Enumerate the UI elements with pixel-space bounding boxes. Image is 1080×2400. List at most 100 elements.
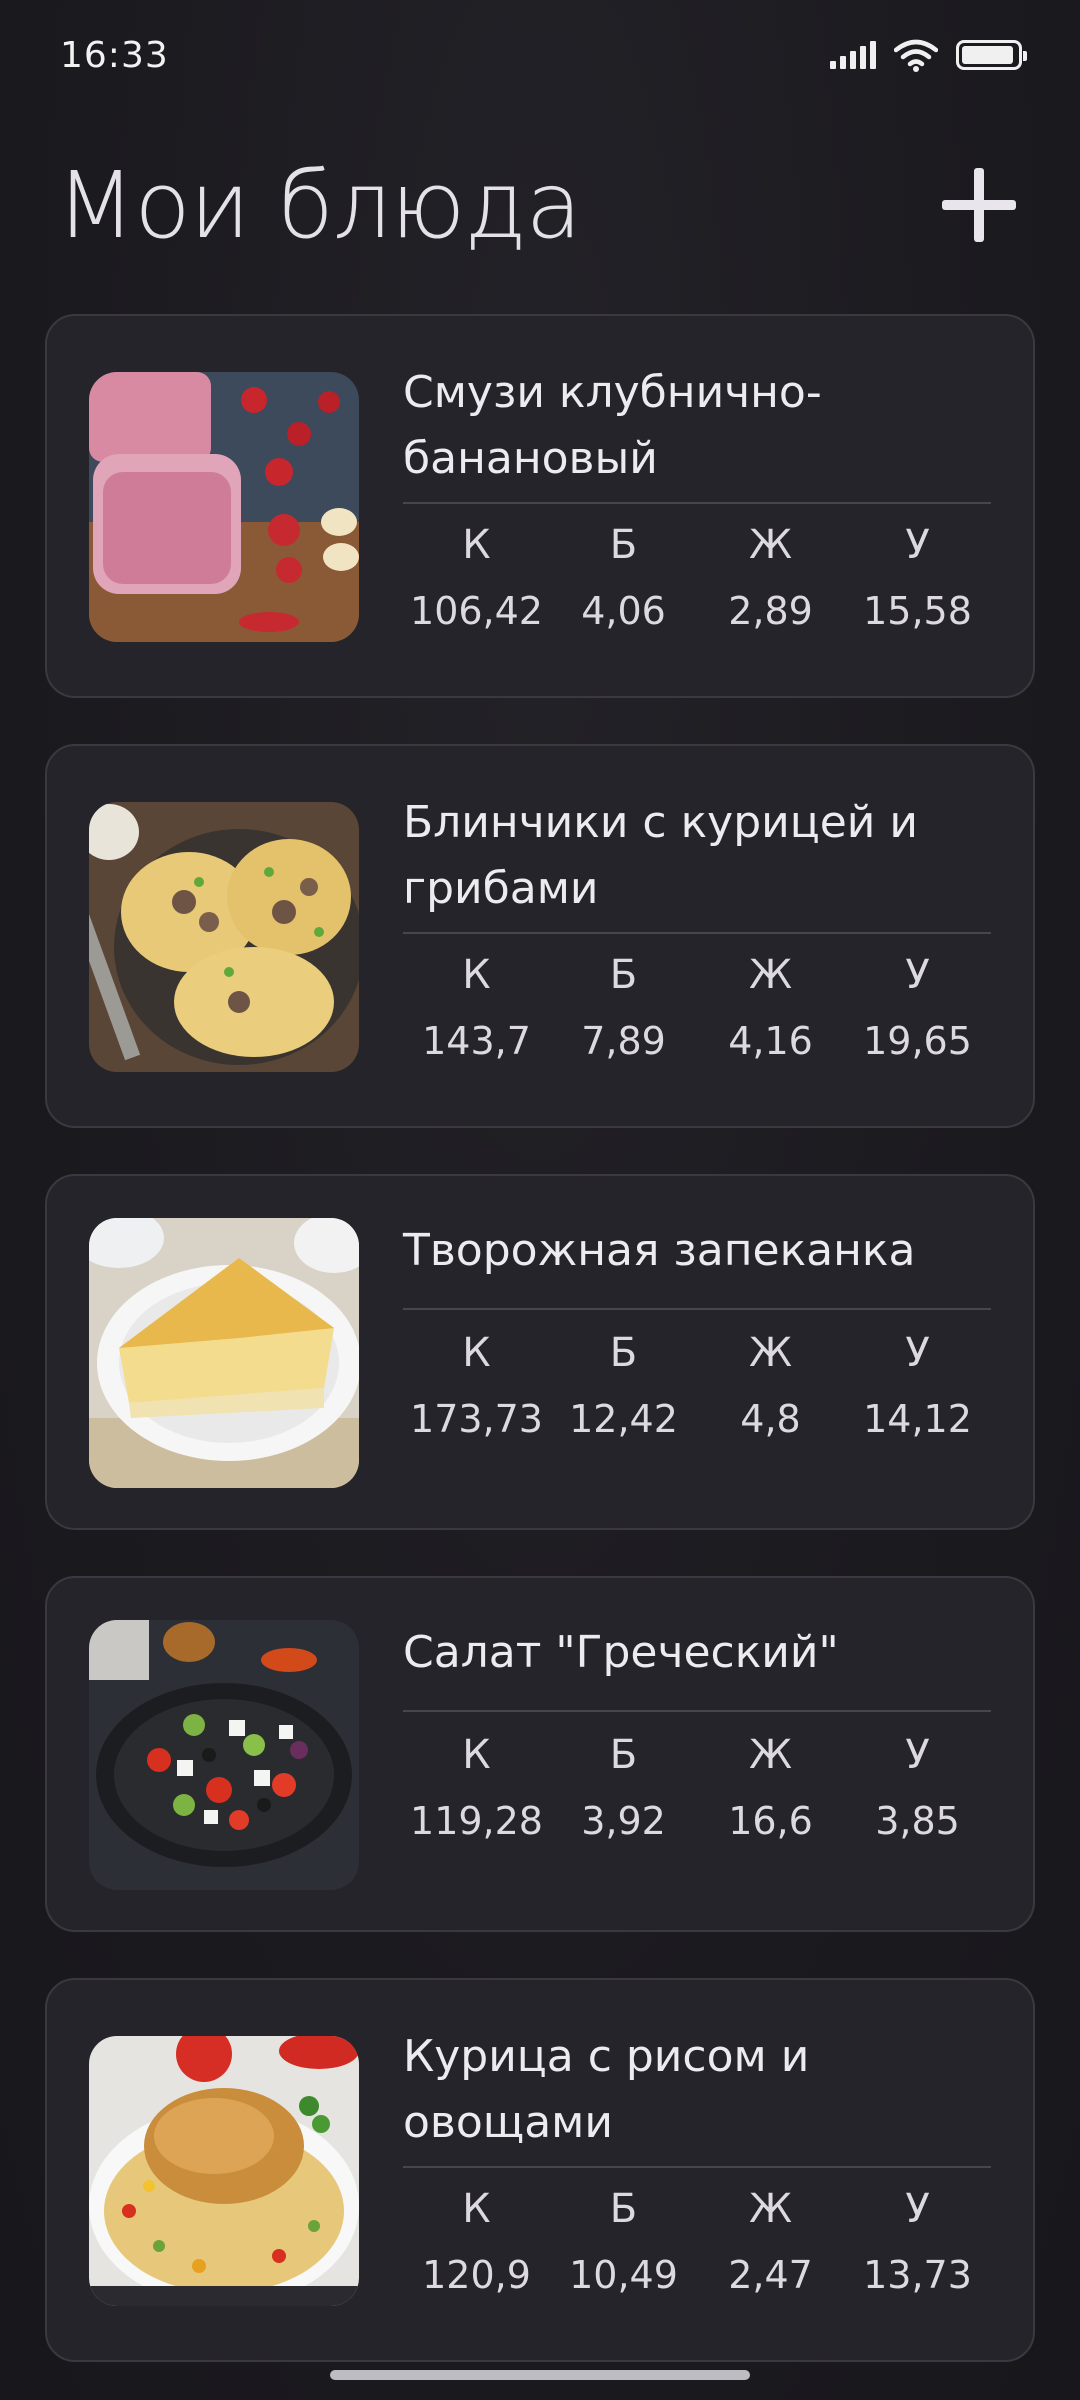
macro-value: 4,8 bbox=[740, 1397, 801, 1441]
dish-info: Творожная запеканка К 173,73 Б 12,42 Ж 4,8 … bbox=[403, 1218, 991, 1452]
macro-value: 119,28 bbox=[410, 1799, 543, 1843]
pancakes-photo bbox=[89, 802, 359, 1072]
battery-icon bbox=[956, 40, 1027, 70]
macro-value: 19,65 bbox=[863, 1019, 972, 1063]
macro-value: 143,7 bbox=[422, 1019, 531, 1063]
macro-carbs: У 19,65 bbox=[844, 942, 991, 1074]
macro-value: 16,6 bbox=[728, 1799, 813, 1843]
macro-label: У bbox=[905, 1330, 930, 1376]
home-indicator[interactable] bbox=[330, 2370, 750, 2380]
macro-value: 3,85 bbox=[875, 1799, 960, 1843]
add-dish-button[interactable] bbox=[934, 160, 1024, 250]
chicken-rice-photo bbox=[89, 2036, 359, 2306]
dish-card[interactable]: Курица с рисом и овощами К 120,9 Б 10,49 Ж… bbox=[45, 1978, 1035, 2362]
divider bbox=[403, 2166, 991, 2168]
macro-label: Ж bbox=[748, 1732, 793, 1778]
macro-value: 14,12 bbox=[863, 1397, 972, 1441]
macro-value: 2,47 bbox=[728, 2253, 813, 2297]
macro-label: Ж bbox=[748, 952, 793, 998]
macro-carbs: У 13,73 bbox=[844, 2176, 991, 2308]
macro-value: 106,42 bbox=[410, 589, 543, 633]
macro-label: Ж bbox=[748, 2186, 793, 2232]
macro-label: Б bbox=[609, 522, 638, 568]
macro-value: 120,9 bbox=[422, 2253, 531, 2297]
signal-icon bbox=[830, 41, 876, 69]
macro-value: 4,06 bbox=[581, 589, 666, 633]
macro-calories: К 106,42 bbox=[403, 512, 550, 644]
macro-fat: Ж 4,8 bbox=[697, 1320, 844, 1452]
macro-label: К bbox=[462, 522, 491, 568]
macro-protein: Б 3,92 bbox=[550, 1722, 697, 1854]
macros: К 143,7 Б 7,89 Ж 4,16 У 19,65 bbox=[403, 942, 991, 1074]
macro-value: 4,16 bbox=[728, 1019, 813, 1063]
macros: К 173,73 Б 12,42 Ж 4,8 У 14,12 bbox=[403, 1320, 991, 1452]
macro-label: К bbox=[462, 952, 491, 998]
dish-name: Смузи клубнично-банановый bbox=[403, 367, 822, 484]
page-title: Мои блюда bbox=[56, 151, 582, 259]
macro-fat: Ж 2,89 bbox=[697, 512, 844, 644]
macro-label: Ж bbox=[748, 1330, 793, 1376]
macro-label: У bbox=[905, 522, 930, 568]
macros: К 106,42 Б 4,06 Ж 2,89 У 15,58 bbox=[403, 512, 991, 644]
macro-label: У bbox=[905, 952, 930, 998]
dish-card[interactable]: Смузи клубнично-банановый К 106,42 Б 4,06 … bbox=[45, 314, 1035, 698]
dish-info: Смузи клубнично-банановый К 106,42 Б 4,06 … bbox=[403, 360, 991, 644]
status-bar: 16:33 bbox=[0, 0, 1080, 110]
divider bbox=[403, 502, 991, 504]
macro-calories: К 120,9 bbox=[403, 2176, 550, 2308]
dish-card[interactable]: Блинчики с курицей и грибами К 143,7 Б 7,8… bbox=[45, 744, 1035, 1128]
macros: К 120,9 Б 10,49 Ж 2,47 У 13,73 bbox=[403, 2176, 991, 2308]
macro-calories: К 143,7 bbox=[403, 942, 550, 1074]
macro-calories: К 119,28 bbox=[403, 1722, 550, 1854]
divider bbox=[403, 1710, 991, 1712]
macro-label: К bbox=[462, 2186, 491, 2232]
macro-value: 173,73 bbox=[410, 1397, 543, 1441]
macro-label: Ж bbox=[748, 522, 793, 568]
macro-value: 15,58 bbox=[863, 589, 972, 633]
wifi-icon bbox=[894, 39, 938, 72]
macro-label: К bbox=[462, 1732, 491, 1778]
dish-card[interactable]: Творожная запеканка К 173,73 Б 12,42 Ж 4,8 … bbox=[45, 1174, 1035, 1530]
macro-value: 3,92 bbox=[581, 1799, 666, 1843]
dish-info: Салат "Греческий" К 119,28 Б 3,92 Ж 16,6 У 3… bbox=[403, 1620, 991, 1854]
macro-fat: Ж 2,47 bbox=[697, 2176, 844, 2308]
dish-name: Салат "Греческий" bbox=[403, 1627, 839, 1678]
macro-label: К bbox=[462, 1330, 491, 1376]
macro-carbs: У 15,58 bbox=[844, 512, 991, 644]
status-icons bbox=[830, 38, 1027, 72]
status-time: 16:33 bbox=[60, 34, 169, 76]
casserole-photo bbox=[89, 1218, 359, 1488]
dish-info: Блинчики с курицей и грибами К 143,7 Б 7,8… bbox=[403, 790, 991, 1074]
dish-info: Курица с рисом и овощами К 120,9 Б 10,49 Ж… bbox=[403, 2024, 991, 2308]
screen: 16:33 Мои блюда Смузи клубнично-банановы… bbox=[0, 0, 1080, 2400]
macro-label: Б bbox=[609, 952, 638, 998]
macro-label: Б bbox=[609, 1330, 638, 1376]
dish-name: Блинчики с курицей и грибами bbox=[403, 797, 918, 914]
macro-carbs: У 3,85 bbox=[844, 1722, 991, 1854]
macro-value: 12,42 bbox=[569, 1397, 678, 1441]
dish-name: Творожная запеканка bbox=[403, 1225, 916, 1276]
divider bbox=[403, 932, 991, 934]
macro-protein: Б 4,06 bbox=[550, 512, 697, 644]
macro-value: 10,49 bbox=[569, 2253, 678, 2297]
smoothie-photo bbox=[89, 372, 359, 642]
macro-value: 13,73 bbox=[863, 2253, 972, 2297]
macro-fat: Ж 16,6 bbox=[697, 1722, 844, 1854]
dish-name: Курица с рисом и овощами bbox=[403, 2031, 810, 2148]
battery-level bbox=[962, 46, 1014, 64]
macro-label: У bbox=[905, 2186, 930, 2232]
macro-label: У bbox=[905, 1732, 930, 1778]
dish-card[interactable]: Салат "Греческий" К 119,28 Б 3,92 Ж 16,6 У 3… bbox=[45, 1576, 1035, 1932]
macro-protein: Б 10,49 bbox=[550, 2176, 697, 2308]
macros: К 119,28 Б 3,92 Ж 16,6 У 3,85 bbox=[403, 1722, 991, 1854]
divider bbox=[403, 1308, 991, 1310]
macro-label: Б bbox=[609, 2186, 638, 2232]
macro-protein: Б 7,89 bbox=[550, 942, 697, 1074]
macro-calories: К 173,73 bbox=[403, 1320, 550, 1452]
macro-value: 7,89 bbox=[581, 1019, 666, 1063]
header: Мои блюда bbox=[56, 140, 1024, 270]
macro-carbs: У 14,12 bbox=[844, 1320, 991, 1452]
macro-label: Б bbox=[609, 1732, 638, 1778]
macro-value: 2,89 bbox=[728, 589, 813, 633]
greek-salad-photo bbox=[89, 1620, 359, 1890]
